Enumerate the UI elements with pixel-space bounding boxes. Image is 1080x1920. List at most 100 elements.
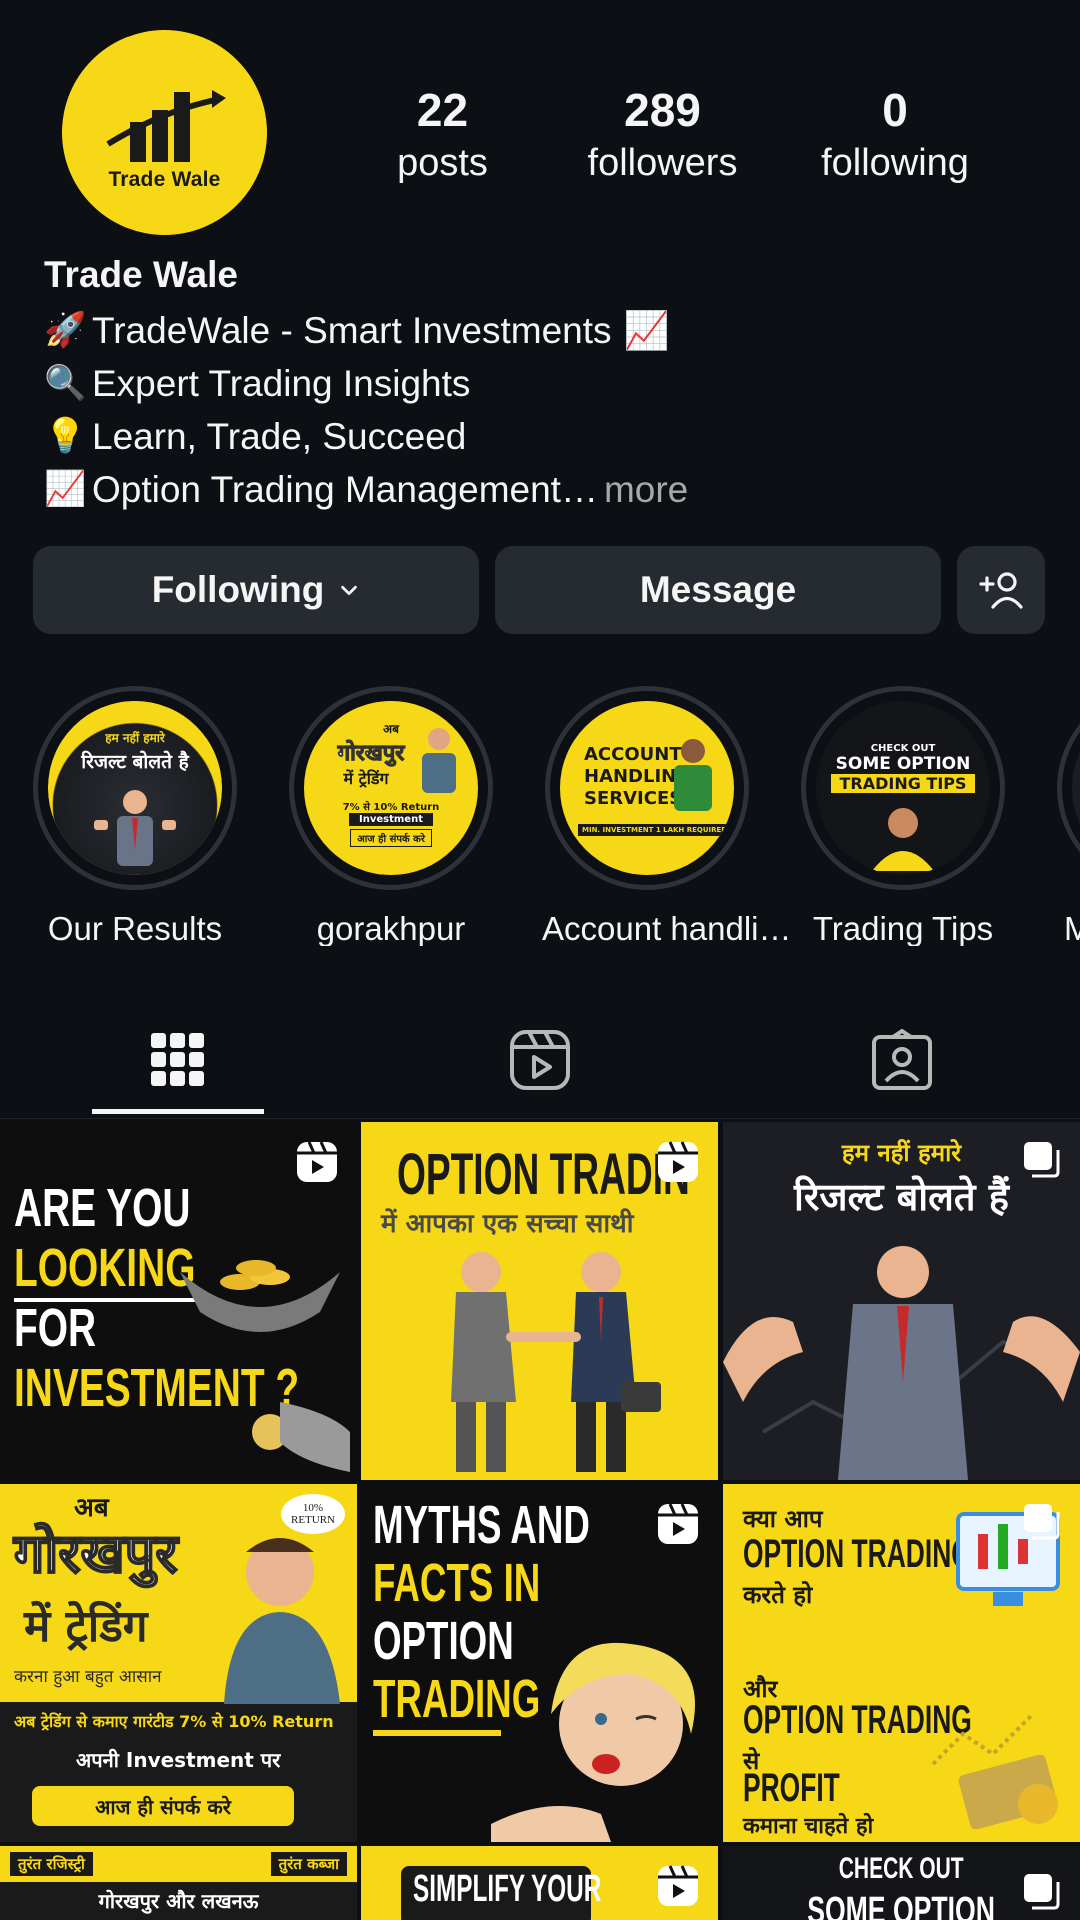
highlight-gorakhpur[interactable]: अब गोरखपुर में ट्रेडिंग 7% से 10% Return… <box>286 686 496 946</box>
profile-page: Trade Wale 22 posts 289 followers 0 foll… <box>0 0 1080 1920</box>
surprised-man-illustration-icon <box>224 1538 340 1704</box>
post-text: FACTS IN <box>373 1553 541 1613</box>
magnifier-icon: 🔍 <box>44 364 87 402</box>
bio-line: 🔍 Expert Trading Insights <box>44 357 688 410</box>
highlight-cover-text: CHECK OUT <box>870 743 936 754</box>
profile-avatar[interactable]: Trade Wale <box>62 30 267 235</box>
post-text: अपनी Investment पर <box>76 1748 281 1772</box>
post-text: ARE YOU <box>14 1178 191 1238</box>
highlight-label: gorakhpur <box>316 910 466 946</box>
stat-value: 289 <box>624 84 701 136</box>
bio-more-link[interactable]: more <box>604 463 688 516</box>
highlight-cover-text: SOME OPTION <box>835 754 971 774</box>
bio-line: 🚀 TradeWale - Smart Investments 📈 <box>44 304 688 357</box>
bio-line: 📈 Option Trading Management… more <box>44 463 688 516</box>
following-button[interactable]: Following <box>33 546 479 634</box>
suggested-users-button[interactable] <box>957 546 1045 634</box>
highlight-label: Our Results <box>47 910 223 946</box>
man-green-shirt-icon <box>674 739 712 811</box>
highlight-ring <box>1057 686 1080 890</box>
highlight-ring: अब गोरखपुर में ट्रेडिंग 7% से 10% Return… <box>289 686 493 890</box>
carousel-icon <box>1024 1874 1060 1910</box>
post-tile[interactable]: CHECK OUT SOME OPTION <box>723 1846 1080 1920</box>
highlight-cover-text: MIN. INVESTMENT 1 LAKH REQUIRED <box>578 824 732 836</box>
stat-posts[interactable]: 22 posts <box>370 82 515 188</box>
grid-icon <box>151 1033 204 1086</box>
stat-following[interactable]: 0 following <box>800 82 990 188</box>
post-tile[interactable]: SIMPLIFY YOUR <box>361 1846 718 1920</box>
post-tile[interactable]: MYTHS AND FACTS IN OPTION TRADING <box>361 1484 718 1842</box>
post-tile[interactable]: OPTION TRADIN में आपका एक सच्चा साथी <box>361 1122 718 1480</box>
tab-posts[interactable] <box>138 1020 218 1100</box>
highlight-cover-text: आज ही संपर्क करे <box>350 828 432 847</box>
tab-tagged[interactable] <box>862 1020 942 1100</box>
post-text: अब ट्रेडिंग से कमाए गारंटीड 7% से 10% Re… <box>14 1712 334 1731</box>
highlight-cover: CHECK OUT SOME OPTION TRADING TIPS <box>816 701 990 875</box>
post-text: आज ही संपर्क करे <box>32 1786 294 1826</box>
profile-stats: 22 posts 289 followers 0 following <box>370 82 1030 188</box>
stat-value: 22 <box>416 84 469 136</box>
post-text: कमाना चाहते हो <box>743 1814 874 1839</box>
post-text: LOOKING <box>14 1238 196 1302</box>
bio-text: Learn, Trade, Succeed <box>92 416 467 457</box>
highlight-cover <box>1072 701 1080 875</box>
post-text: करना हुआ बहुत आसान <box>14 1667 162 1687</box>
coins-cash-icon <box>931 1712 1058 1830</box>
stat-value: 0 <box>882 84 908 136</box>
chart-up-icon: 📈 <box>44 470 87 508</box>
highlight-our-results[interactable]: हम नहीं हमारे रिजल्ट बोलते है Our Result… <box>30 686 240 946</box>
highlight-label: Trading Tips <box>812 910 994 946</box>
highlight-label: M <box>1064 910 1080 946</box>
trade-wale-logo-icon <box>105 89 226 162</box>
bio-text: TradeWale - Smart Investments <box>92 310 612 351</box>
handshake-illustration-icon <box>451 1252 661 1472</box>
post-tile[interactable]: तुरंत रजिस्ट्री तुरंत कब्जा गोरखपुर और ल… <box>0 1846 357 1920</box>
highlight-account-handling[interactable]: ACCOUNT HANDLING SERVICES MIN. INVESTMEN… <box>542 686 792 946</box>
post-text: क्या आप <box>743 1505 823 1533</box>
highlight-cover-text: हम नहीं हमारे <box>105 731 165 745</box>
hands-coins-illustration-icon <box>180 1260 340 1332</box>
avatar-brand-text: Trade Wale <box>108 167 221 191</box>
stat-label: following <box>821 142 969 184</box>
post-tile[interactable]: क्या आप OPTION TRADING करते हो और OPTION… <box>723 1484 1080 1842</box>
profile-actions: Following Message <box>33 546 1045 634</box>
profile-name: Trade Wale <box>44 254 238 295</box>
carousel-icon <box>1024 1504 1060 1540</box>
highlight-cover-text: 7% से 10% Return <box>342 801 440 813</box>
highlight-trading-tips[interactable]: CHECK OUT SOME OPTION TRADING TIPS Tradi… <box>798 686 1008 946</box>
post-tile[interactable]: ARE YOU LOOKING FOR INVESTMENT ? <box>0 1122 357 1480</box>
hand-coin-icon <box>252 1402 350 1472</box>
winking-woman-illustration-icon <box>491 1642 695 1842</box>
rocket-icon: 🚀 <box>44 311 87 349</box>
post-tile[interactable]: अब गोरखपुर में ट्रेडिंग करना हुआ बहुत आस… <box>0 1484 357 1842</box>
highlight-cover: हम नहीं हमारे रिजल्ट बोलते है <box>48 701 222 875</box>
highlight-partial[interactable]: M <box>1054 686 1080 946</box>
chevron-down-icon <box>341 585 358 596</box>
post-text: MYTHS AND <box>373 1495 590 1555</box>
story-highlights: हम नहीं हमारे रिजल्ट बोलते है Our Result… <box>30 686 1080 946</box>
highlight-cover-text: गोरखपुर <box>337 740 405 766</box>
tab-reels[interactable] <box>500 1020 580 1100</box>
bio-text: Option Trading Management… <box>92 469 598 510</box>
highlight-cover-text: TRADING TIPS <box>831 774 975 793</box>
post-text: SIMPLIFY YOUR <box>413 1868 602 1910</box>
highlight-label: Account handli… <box>542 910 792 946</box>
reel-icon <box>297 1141 337 1182</box>
active-tab-indicator <box>92 1109 264 1114</box>
highlight-ring: हम नहीं हमारे रिजल्ट बोलते है <box>33 686 237 890</box>
message-button[interactable]: Message <box>495 546 941 634</box>
post-text: PROFIT <box>743 1766 840 1810</box>
stat-label: posts <box>397 142 488 184</box>
post-text-inner: SOME OPTION <box>807 1890 996 1920</box>
post-text: OPTION TRADIN <box>397 1142 690 1207</box>
businessman-illustration-icon <box>94 790 176 866</box>
businessman-thumbs-up-illustration-icon <box>723 1246 1080 1480</box>
post-tile[interactable]: हम नहीं हमारे रिजल्ट बोलते हैं <box>723 1122 1080 1480</box>
post-text: गोरखपुर <box>13 1521 178 1586</box>
bio-text: Expert Trading Insights <box>92 363 471 404</box>
stat-followers[interactable]: 289 followers <box>565 82 760 188</box>
highlight-cover-text: अब <box>382 721 400 736</box>
reels-icon <box>510 1030 570 1090</box>
highlight-cover: ACCOUNT HANDLING SERVICES MIN. INVESTMEN… <box>560 701 734 875</box>
bio-line: 💡 Learn, Trade, Succeed <box>44 410 688 463</box>
